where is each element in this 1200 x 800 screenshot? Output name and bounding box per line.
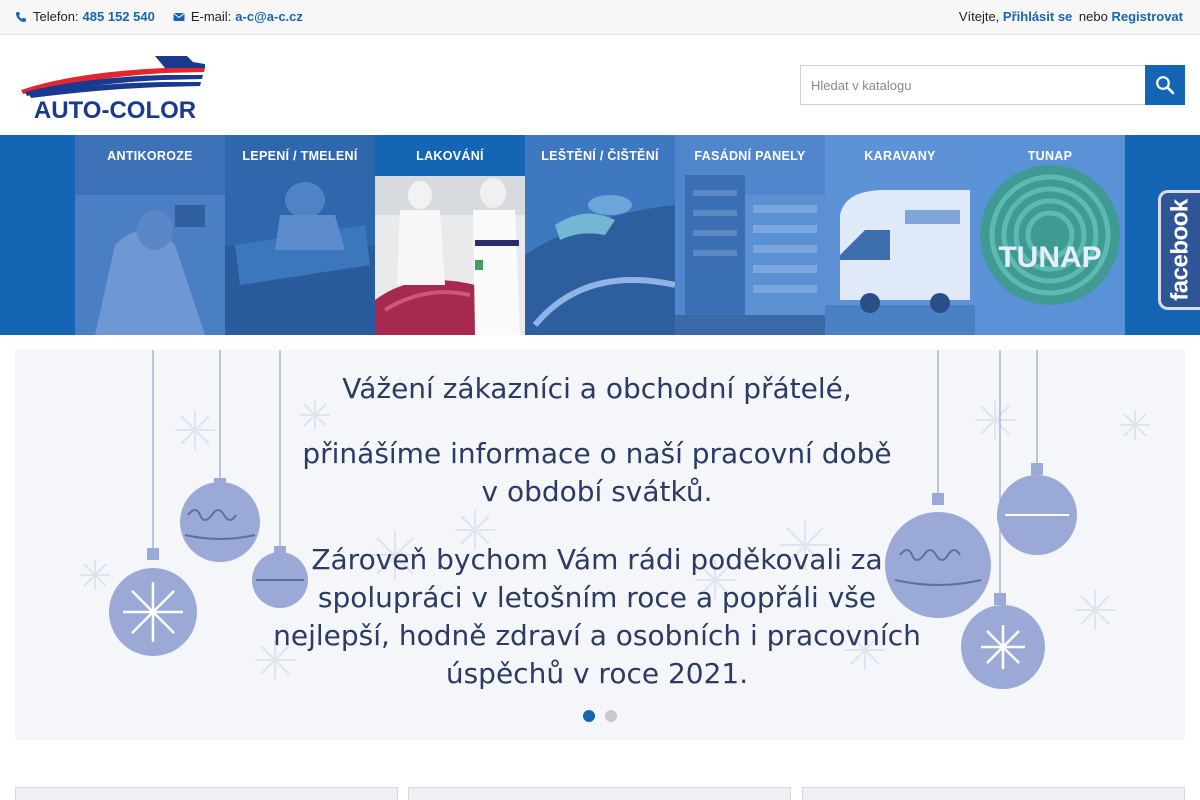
slide-info-line-1: přinášíme informace o naší pracovní době [302, 437, 892, 470]
slider-dot-1[interactable] [583, 710, 595, 722]
phone-link[interactable]: 485 152 540 [83, 9, 155, 24]
promo-card-3[interactable] [802, 787, 1185, 800]
slide-thanks-line-4: úspěchů v roce 2021. [445, 657, 749, 690]
category-tunap[interactable]: TUNAP TUNAP [975, 135, 1125, 335]
category-label: TUNAP [1027, 148, 1073, 163]
category-label: KARAVANY [864, 148, 936, 163]
or-text: nebo [1078, 9, 1108, 24]
search-bar [800, 65, 1185, 105]
category-lesteni-cisteni[interactable]: LEŠTĚNÍ / ČIŠTĚNÍ [525, 135, 675, 335]
hero-slider: Vážení zákazníci a obchodní přátelé, při… [15, 350, 1185, 740]
slider-pagination [583, 710, 627, 722]
search-icon [1156, 76, 1175, 95]
tunap-logo-text: TUNAP [998, 241, 1101, 274]
search-input[interactable] [800, 65, 1145, 105]
logo-text: AUTO-COLOR [34, 97, 196, 120]
slide-thanks-line-1: Zároveň bychom Vám rádi poděkovali za [311, 543, 883, 576]
promo-card-2[interactable] [408, 787, 791, 800]
phone-label: Telefon: [33, 9, 79, 24]
slide-info: přinášíme informace o naší pracovní době… [265, 435, 929, 511]
category-karavany[interactable]: KARAVANY [825, 135, 975, 335]
slide-thanks: Zároveň bychom Vám rádi poděkovali za sp… [265, 541, 929, 693]
slide-greeting: Vážení zákazníci a obchodní přátelé, [342, 372, 852, 405]
phone-contact: Telefon: 485 152 540 [15, 9, 155, 24]
email-label: E-mail: [190, 9, 232, 24]
email-link[interactable]: a-c@a-c.cz [235, 9, 303, 24]
envelope-icon [173, 12, 185, 21]
account-links: Vítejte, Přihlásit se nebo Registrovat [956, 9, 1183, 24]
login-link[interactable]: Přihlásit se [1003, 9, 1072, 24]
auto-color-logo[interactable]: AUTO-COLOR [15, 56, 215, 120]
category-lakovani[interactable]: LAKOVÁNÍ [375, 135, 525, 335]
phone-icon [16, 11, 26, 22]
category-band: ANTIKOROZE LEPENÍ / TMELENÍ LAKOVÁNÍ LEŠ… [0, 135, 1200, 335]
category-label: LAKOVÁNÍ [375, 135, 525, 176]
category-antikoroze[interactable]: ANTIKOROZE [75, 135, 225, 335]
slide-thanks-line-3: nejlepší, hodně zdraví a osobních i prac… [273, 619, 921, 652]
promo-card-1[interactable] [15, 787, 398, 800]
category-label: ANTIKOROZE [107, 148, 193, 163]
category-lepeni-tmeleni[interactable]: LEPENÍ / TMELENÍ [225, 135, 375, 335]
category-label: LEŠTĚNÍ / ČIŠTĚNÍ [541, 148, 659, 163]
slide-info-line-2: v období svátků. [481, 475, 713, 508]
slider-dot-2[interactable] [605, 710, 617, 722]
welcome-text: Vítejte, [958, 9, 1000, 24]
slide-thanks-line-2: spolupráci v letošním roce a popřáli vše [317, 581, 877, 614]
top-bar: Telefon: 485 152 540 E-mail: a-c@a-c.cz … [0, 0, 1200, 35]
category-fasadni-panely[interactable]: FASÁDNÍ PANELY [675, 135, 825, 335]
register-link[interactable]: Registrovat [1111, 9, 1183, 24]
facebook-tab[interactable]: facebook [1158, 190, 1200, 310]
category-label: FASÁDNÍ PANELY [694, 148, 806, 163]
email-contact: E-mail: a-c@a-c.cz [173, 9, 303, 24]
category-label: LEPENÍ / TMELENÍ [242, 148, 358, 163]
search-button[interactable] [1145, 65, 1185, 105]
facebook-text: facebook [1166, 199, 1194, 301]
